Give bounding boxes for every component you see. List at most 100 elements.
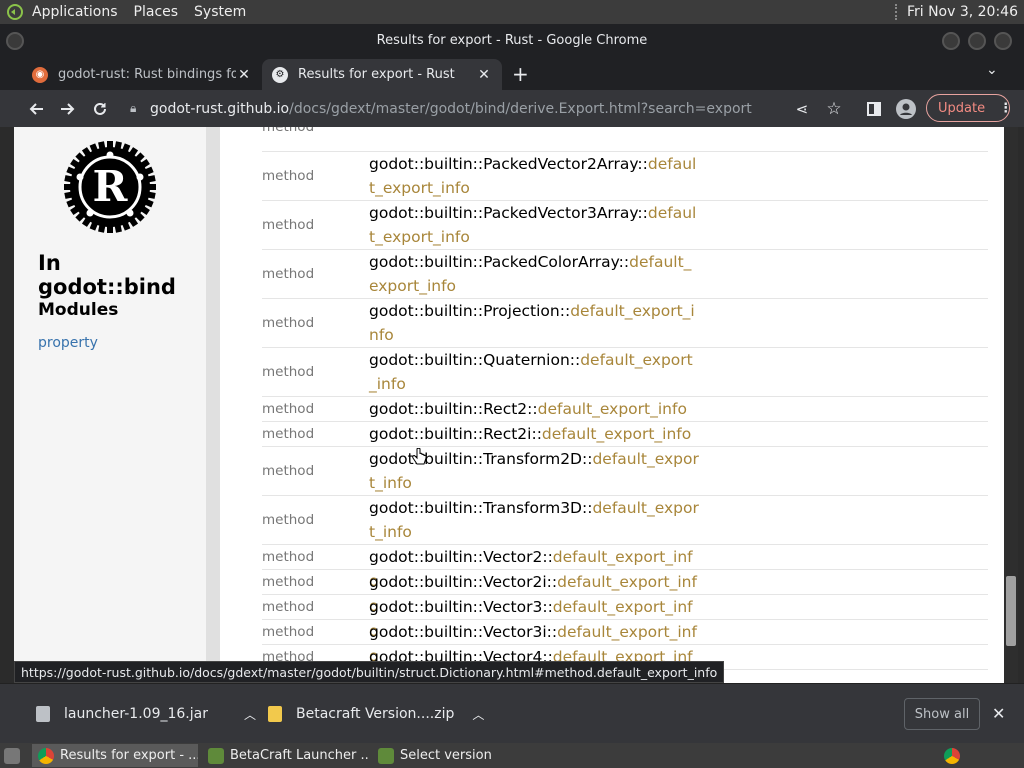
tab-search-chevron-icon[interactable]: ⌄: [986, 62, 998, 78]
browser-toolbar: 🔒︎ godot-rust.github.io/docs/gdext/maste…: [0, 90, 1024, 127]
system-menu[interactable]: System: [194, 4, 246, 20]
taskbar-betacraft[interactable]: BetaCraft Launcher ...: [202, 744, 368, 767]
show-all-button[interactable]: Show all: [904, 698, 980, 730]
lock-icon[interactable]: 🔒︎: [130, 101, 150, 116]
rust-logo-icon[interactable]: R: [60, 137, 160, 237]
svg-text:R: R: [93, 162, 129, 211]
search-results-list: methodxport_infomethodgodot::builtin::Pa…: [262, 127, 988, 683]
top-panel: Applications Places System Fri Nov 3, 20…: [0, 0, 1024, 24]
kebab-menu-icon[interactable]: ⋮: [999, 101, 1012, 116]
taskbar-chrome[interactable]: Results for export - ...: [32, 744, 198, 767]
result-path[interactable]: godot::builtin::PackedColorArray::defaul…: [369, 250, 699, 298]
result-path-prefix: godot::builtin::PackedVector3Array::: [369, 204, 648, 222]
result-path-prefix: godot::builtin::Rect2i::: [369, 425, 542, 443]
result-kind: method: [262, 315, 315, 331]
zip-file-icon: [268, 706, 282, 722]
search-result-row[interactable]: method godot::builtin::Vector2i::default_…: [262, 569, 988, 615]
result-path[interactable]: godot::builtin::PackedVector2Array::defa…: [369, 152, 699, 200]
module-link-property[interactable]: property: [38, 335, 98, 351]
taskbar-select-version[interactable]: Select version: [372, 744, 522, 767]
show-desktop-icon[interactable]: [0, 744, 28, 767]
search-result-row[interactable]: method godot::builtin::Vector3i::default_…: [262, 619, 988, 665]
result-kind: method: [262, 266, 315, 282]
maximize-icon[interactable]: [968, 32, 986, 50]
forward-icon[interactable]: [52, 93, 84, 125]
tab-close-icon[interactable]: ✕: [476, 67, 492, 83]
search-result-row[interactable]: method godot::builtin::Vector3::default_e…: [262, 594, 988, 640]
doc-sidebar: R In godot::bind Modules property: [14, 127, 206, 683]
chevron-up-icon[interactable]: ︿: [244, 706, 256, 723]
window-titlebar[interactable]: Results for export - Rust - Google Chrom…: [0, 24, 1024, 56]
profile-avatar-icon[interactable]: [890, 93, 922, 125]
result-kind: method: [262, 217, 315, 233]
distro-logo-icon[interactable]: [4, 1, 26, 23]
result-path[interactable]: godot::builtin::Rect2i::default_export_i…: [369, 422, 699, 446]
download-item-launcher[interactable]: launcher-1.09_16.jar ︿: [36, 684, 256, 744]
search-result-row[interactable]: method godot::builtin::Projection::defaul…: [262, 298, 988, 347]
result-path-prefix: godot::builtin::Transform2D::: [369, 450, 593, 468]
chevron-up-icon[interactable]: ︿: [472, 706, 484, 723]
search-result-row[interactable]: method godot::builtin::PackedVector3Array…: [262, 200, 988, 249]
result-path-prefix: godot::builtin::PackedColorArray::: [369, 253, 630, 271]
search-result-row[interactable]: method godot::builtin::Rect2i::default_ex…: [262, 421, 988, 446]
result-path[interactable]: godot::builtin::Quaternion::default_expo…: [369, 348, 699, 396]
search-result-row[interactable]: method godot::builtin::PackedVector2Array…: [262, 151, 988, 200]
sidebar-divider: [206, 127, 220, 683]
result-path[interactable]: godot::builtin::PackedVector3Array::defa…: [369, 201, 699, 249]
rust-favicon-icon: ⚙: [272, 66, 288, 83]
result-kind: method: [262, 463, 315, 479]
panel-clock[interactable]: Fri Nov 3, 20:46: [907, 4, 1018, 20]
tab-results-for-export[interactable]: ⚙ Results for export - Rust ✕: [262, 59, 502, 90]
share-icon[interactable]: ⋖: [786, 93, 818, 125]
page-content: R In godot::bind Modules property method…: [14, 127, 1018, 683]
search-result-row[interactable]: method xport_info: [262, 127, 988, 151]
tab-close-icon[interactable]: ✕: [236, 67, 252, 83]
new-tab-icon[interactable]: +: [512, 62, 529, 86]
result-path[interactable]: godot::builtin::Vector2i::default_export…: [369, 570, 699, 615]
search-result-row[interactable]: method godot::builtin::Vector2::default_e…: [262, 544, 988, 590]
result-fn-name: default_export_info: [541, 425, 692, 443]
close-downloads-icon[interactable]: ✕: [992, 704, 1005, 723]
bottom-taskbar: Results for export - ... BetaCraft Launc…: [0, 743, 1024, 768]
result-path-prefix: godot::builtin::Quaternion::: [369, 351, 581, 369]
result-path-prefix: godot::builtin::Transform3D::: [369, 499, 593, 517]
result-path[interactable]: godot::builtin::Vector3::default_export_…: [369, 595, 699, 640]
tray-chrome-icon[interactable]: [940, 744, 964, 767]
result-path[interactable]: godot::builtin::Vector3i::default_export…: [369, 620, 699, 665]
link-status-bubble: https://godot-rust.github.io/docs/gdext/…: [14, 661, 725, 683]
side-panel-icon[interactable]: [858, 93, 890, 125]
window-title: Results for export - Rust - Google Chrom…: [376, 32, 648, 48]
result-path-prefix: godot::builtin::Vector2i::: [369, 573, 558, 591]
places-menu[interactable]: Places: [134, 4, 179, 20]
result-kind: method: [262, 512, 315, 528]
result-kind: method: [262, 599, 315, 615]
result-path[interactable]: godot::builtin::Projection::default_expo…: [369, 299, 699, 347]
address-bar[interactable]: 🔒︎ godot-rust.github.io/docs/gdext/maste…: [120, 94, 860, 123]
result-kind: method: [262, 168, 315, 184]
window-menu-icon[interactable]: [6, 32, 24, 50]
result-path[interactable]: godot::builtin::Rect2::default_export_in…: [369, 397, 699, 421]
panel-grip: [894, 4, 903, 20]
result-path[interactable]: xport_info: [369, 127, 699, 151]
result-path-prefix: godot::builtin::Projection::: [369, 302, 571, 320]
download-item-betacraft[interactable]: Betacraft Version....zip ︿: [268, 684, 484, 744]
back-icon[interactable]: [20, 93, 52, 125]
bookmark-star-icon[interactable]: ☆: [818, 93, 850, 125]
result-path[interactable]: godot::builtin::Vector2::default_export_…: [369, 545, 699, 590]
search-result-row[interactable]: method godot::builtin::Rect2::default_exp…: [262, 396, 988, 421]
close-window-icon[interactable]: [994, 32, 1012, 50]
page-scrollbar-thumb[interactable]: [1006, 576, 1016, 646]
reload-icon[interactable]: [84, 93, 116, 125]
tab-godot-rust[interactable]: ◉ godot-rust: Rust bindings for the Godo…: [22, 59, 262, 90]
search-result-row[interactable]: method godot::builtin::Transform3D::defau…: [262, 495, 988, 544]
update-button[interactable]: Update ⋮: [926, 94, 1012, 122]
minimize-icon[interactable]: [942, 32, 960, 50]
applications-menu[interactable]: Applications: [32, 4, 118, 20]
result-path[interactable]: godot::builtin::Transform3D::default_exp…: [369, 496, 699, 544]
result-path-prefix: godot::builtin::Rect2::: [369, 400, 538, 418]
result-fn-name: default_export_info: [537, 400, 687, 418]
search-result-row[interactable]: method godot::builtin::PackedColorArray::…: [262, 249, 988, 298]
search-result-row[interactable]: method godot::builtin::Transform2D::defau…: [262, 446, 988, 495]
result-kind: method: [262, 574, 315, 590]
search-result-row[interactable]: method godot::builtin::Quaternion::defaul…: [262, 347, 988, 396]
